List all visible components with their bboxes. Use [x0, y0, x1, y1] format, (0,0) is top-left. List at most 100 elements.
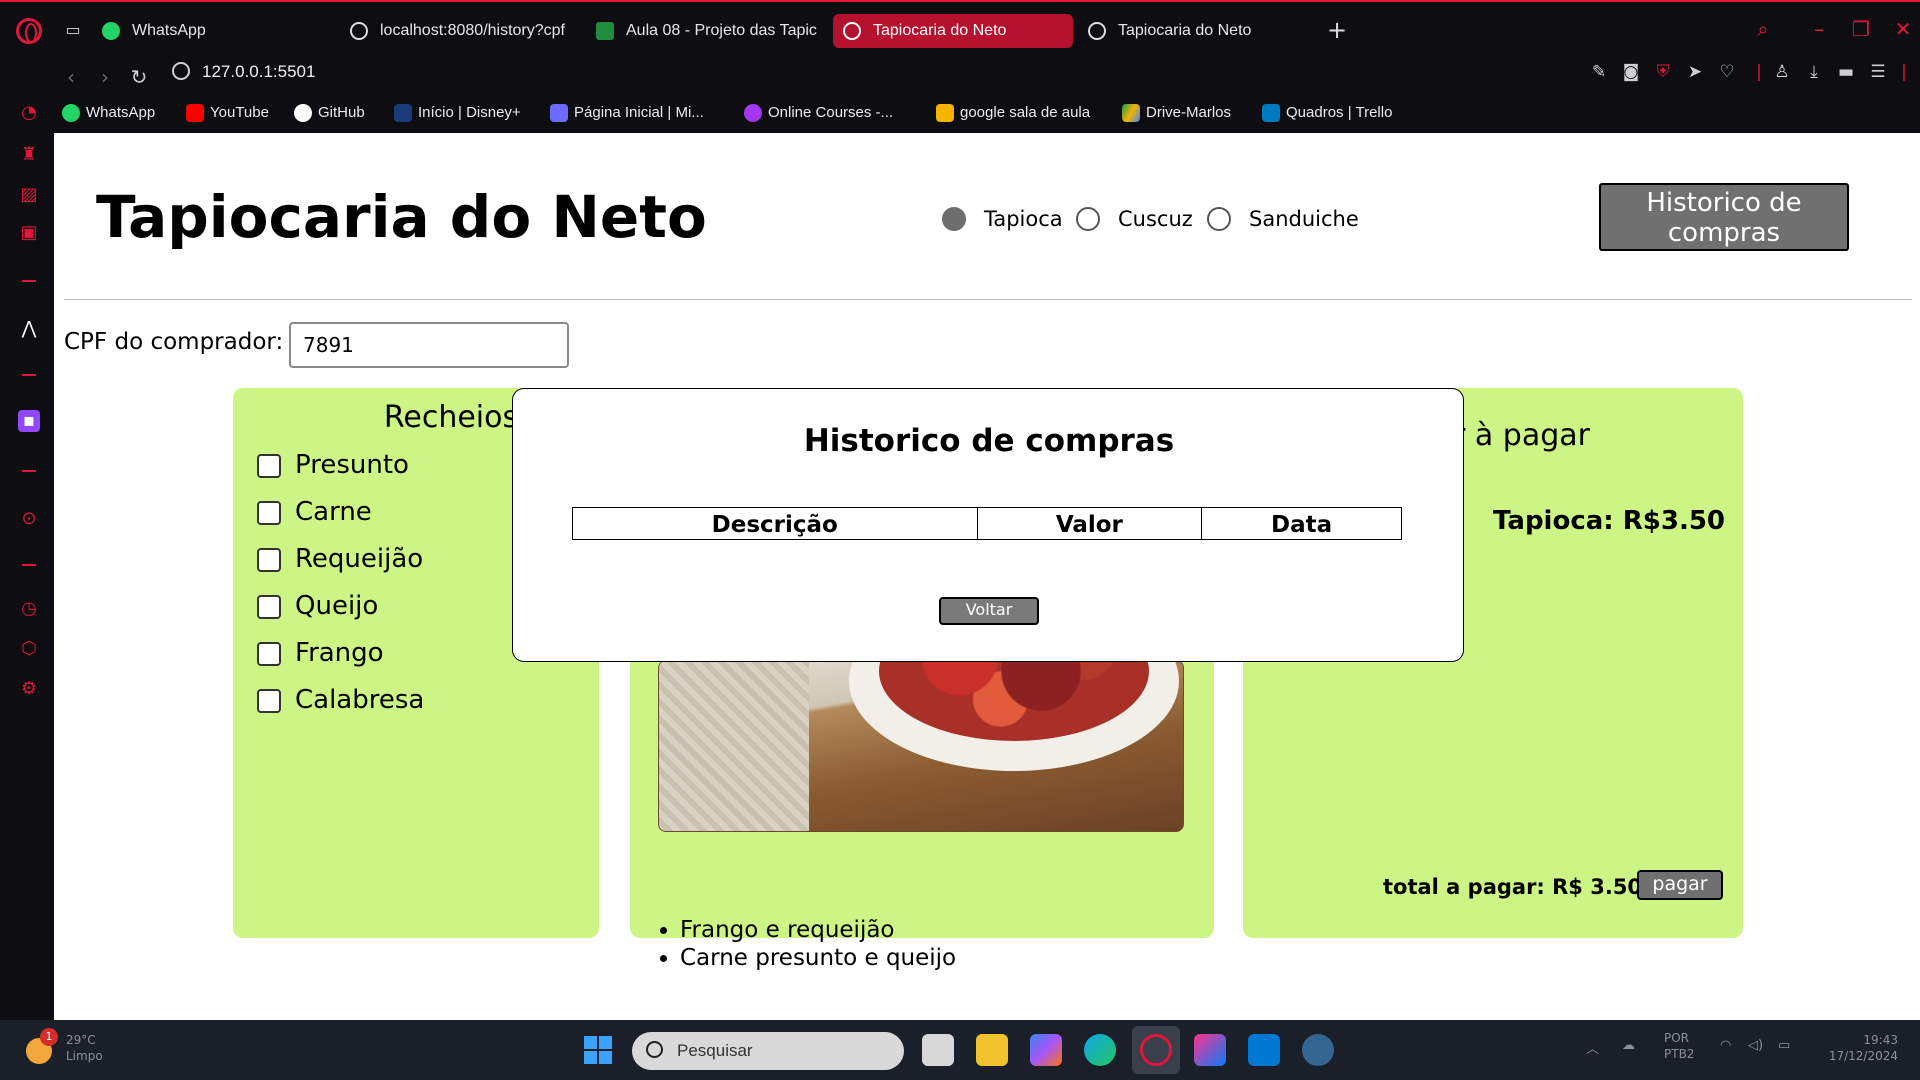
- weather-widget[interactable]: 29°C Limpo: [66, 1032, 103, 1064]
- opera-gx-taskbar-icon[interactable]: [1140, 1034, 1172, 1066]
- task-view-icon[interactable]: [922, 1034, 954, 1066]
- speed-dial-icon[interactable]: ◔: [18, 102, 40, 124]
- language-indicator[interactable]: POR PTB2: [1664, 1030, 1694, 1062]
- twitch-icon[interactable]: ▪: [18, 410, 40, 432]
- camera-icon[interactable]: ◙: [1619, 60, 1643, 84]
- player-icon[interactable]: ⊙: [18, 508, 40, 530]
- microsoft-icon: [550, 104, 568, 122]
- radio-dot[interactable]: [942, 207, 966, 231]
- history-icon[interactable]: ◷: [18, 598, 40, 620]
- temperature: 29°C: [66, 1033, 96, 1047]
- tray-chevron-icon[interactable]: ︿: [1586, 1038, 1599, 1057]
- bookmark-trello[interactable]: Quadros | Trello: [1262, 98, 1392, 128]
- site-info-icon[interactable]: [172, 62, 190, 80]
- bookmark-whatsapp[interactable]: WhatsApp: [62, 98, 155, 128]
- radio-dot[interactable]: [1207, 207, 1231, 231]
- new-tab-button[interactable]: +: [1322, 16, 1352, 46]
- bookmark-github[interactable]: GitHub: [294, 98, 365, 128]
- globe-icon: [350, 22, 368, 40]
- battery-icon[interactable]: ▭: [1778, 1038, 1790, 1053]
- bookmark-youtube[interactable]: YouTube: [186, 98, 269, 128]
- checkbox-box[interactable]: [257, 689, 281, 713]
- address-input[interactable]: 127.0.0.1:5501: [202, 60, 315, 84]
- heart-icon[interactable]: ♡: [1715, 60, 1739, 84]
- wifi-icon[interactable]: ◠: [1720, 1038, 1731, 1053]
- tab-islands-icon[interactable]: ▭: [62, 20, 84, 40]
- extensions-icon[interactable]: ⬡: [18, 638, 40, 660]
- column-header-valor: Valor: [976, 507, 1203, 540]
- system-clock[interactable]: 19:43 17/12/2024: [1818, 1032, 1898, 1064]
- checkbox-label: Queijo: [295, 591, 379, 621]
- history-button[interactable]: Historico de compras: [1599, 183, 1849, 251]
- vscode-icon[interactable]: [1248, 1034, 1280, 1066]
- tapioca-image: [658, 660, 1184, 832]
- back-button[interactable]: ‹: [56, 62, 86, 92]
- checkbox-box[interactable]: [257, 548, 281, 572]
- bookmark-label: Página Inicial | Mi...: [574, 104, 704, 121]
- gx-cleaner-icon[interactable]: ▨: [18, 184, 40, 206]
- minimize-button[interactable]: –: [1804, 14, 1834, 44]
- bookmark-online-courses[interactable]: Online Courses -...: [744, 98, 893, 128]
- adblock-shield-icon[interactable]: ⛨: [1651, 60, 1675, 84]
- battery-saver-icon[interactable]: ▬: [1834, 60, 1858, 84]
- bookmark-disney[interactable]: Início | Disney+: [394, 98, 521, 128]
- payment-title: r à pagar: [1453, 418, 1590, 453]
- checkbox-label: Requeijão: [295, 544, 424, 574]
- page-title: Tapiocaria do Neto: [96, 183, 707, 251]
- bookmark-label: WhatsApp: [86, 104, 156, 121]
- pay-button[interactable]: pagar: [1637, 870, 1723, 900]
- tab-localhost-history[interactable]: localhost:8080/history?cpf: [340, 14, 580, 48]
- udemy-icon: [744, 104, 762, 122]
- bookmark-label: Início | Disney+: [418, 104, 521, 121]
- copilot-icon[interactable]: [1030, 1034, 1062, 1066]
- forward-button[interactable]: ›: [90, 62, 120, 92]
- cpf-input[interactable]: 7891: [289, 322, 569, 368]
- tab-aula-08[interactable]: Aula 08 - Projeto das Tapic: [586, 14, 822, 48]
- search-tabs-icon[interactable]: ⌕: [1748, 14, 1778, 44]
- windows-start-icon[interactable]: [584, 1036, 612, 1064]
- back-button-modal[interactable]: Voltar: [939, 597, 1039, 625]
- opera-sidebar: ◔ ♜ ▨ ▣ ⋀ ▪ ⊙ ◷ ⬡ ⚙ GX •••: [0, 96, 54, 1065]
- checkbox-label: Carne: [295, 497, 372, 527]
- bookmark-drive[interactable]: Drive-Marlos: [1122, 98, 1231, 128]
- checkbox-box[interactable]: [257, 501, 281, 525]
- tab-tapiocaria-active[interactable]: Tapiocaria do Neto: [833, 14, 1073, 48]
- radio-dot[interactable]: [1076, 207, 1100, 231]
- checkbox-box[interactable]: [257, 595, 281, 619]
- tab-whatsapp[interactable]: WhatsApp: [92, 14, 332, 48]
- gx-corner-icon[interactable]: ▣: [18, 222, 40, 244]
- tab-tapiocaria[interactable]: Tapiocaria do Neto: [1078, 14, 1318, 48]
- bookmark-label: Drive-Marlos: [1146, 104, 1232, 121]
- edge-icon[interactable]: [1084, 1034, 1116, 1066]
- close-window-button[interactable]: ✕: [1888, 14, 1918, 44]
- file-explorer-icon[interactable]: [976, 1034, 1008, 1066]
- download-icon[interactable]: ⤓: [1802, 60, 1826, 84]
- bookmark-pagina-inicial[interactable]: Página Inicial | Mi...: [550, 98, 704, 128]
- browser-chrome: ▭ WhatsApp localhost:8080/history?cpf Au…: [0, 0, 1920, 133]
- volume-icon[interactable]: ◁): [1748, 1038, 1763, 1053]
- intellij-icon[interactable]: [1194, 1034, 1226, 1066]
- aria-icon[interactable]: ⋀: [18, 318, 40, 340]
- taskbar-search[interactable]: Pesquisar: [632, 1032, 904, 1070]
- profile-icon[interactable]: ♙: [1770, 60, 1794, 84]
- send-icon[interactable]: ➤: [1683, 60, 1707, 84]
- gx-control-icon[interactable]: ♜: [18, 144, 40, 166]
- easy-setup-icon[interactable]: ☰: [1866, 60, 1890, 84]
- postgresql-icon[interactable]: [1302, 1034, 1334, 1066]
- cpf-label: CPF do comprador:: [64, 329, 284, 355]
- column-header-data: Data: [1201, 507, 1402, 540]
- opera-logo-icon[interactable]: [16, 18, 42, 44]
- settings-gear-icon[interactable]: ⚙: [18, 678, 40, 700]
- snapshot-edit-icon[interactable]: ✎: [1587, 60, 1611, 84]
- modal-title: Historico de compras: [803, 423, 1175, 459]
- reload-button[interactable]: ↻: [124, 62, 154, 92]
- checkbox-box[interactable]: [257, 454, 281, 478]
- tab-bar: ▭ WhatsApp localhost:8080/history?cpf Au…: [0, 2, 1920, 60]
- onedrive-icon[interactable]: ☁: [1622, 1038, 1635, 1053]
- checkbox-box[interactable]: [257, 642, 281, 666]
- radio-label: Tapioca: [984, 207, 1063, 231]
- bookmark-google-classroom[interactable]: google sala de aula: [936, 98, 1090, 128]
- restore-button[interactable]: ❐: [1846, 14, 1876, 44]
- globe-icon: [843, 22, 861, 40]
- cloth-texture: [659, 661, 809, 831]
